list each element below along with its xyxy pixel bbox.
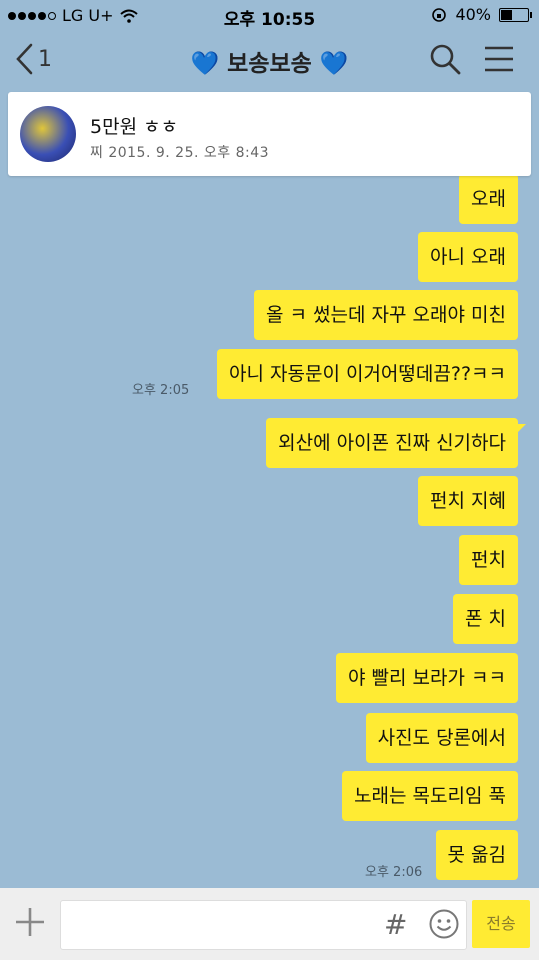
message-bubble[interactable]: 오래 [459,174,518,224]
message-time: 오후 2:05 [132,383,190,398]
hashtag-icon[interactable]: # [384,908,407,941]
notice-subtitle: 찌 2015. 9. 25. 오후 8:43 [90,145,270,161]
plus-icon[interactable] [10,902,50,942]
message-bubble[interactable]: 펀치 [459,535,518,585]
message-bubble[interactable]: 외산에 아이폰 진짜 신기하다 [266,418,526,468]
message-bubble[interactable]: 노래는 목도리임 푹 [342,771,518,821]
send-button[interactable]: 전송 [472,900,530,948]
message-bubble[interactable]: 아니 자동문이 이거어떻데끔??ㅋㅋ [217,349,518,399]
message-bubble[interactable]: 못 옮김 [435,830,518,880]
message-bubble[interactable]: 야 빨리 보라가 ㅋㅋ [336,653,518,703]
message-time: 오후 2:06 [365,865,423,880]
message-bubble[interactable]: 사진도 당론에서 [365,713,518,763]
message-bubble[interactable]: 아니 오래 [418,232,518,282]
message-bubble[interactable]: 폰 치 [453,594,518,644]
notice-title: 5만원 ㅎㅎ [90,116,179,138]
message-bubble[interactable]: 펀치 지혜 [418,476,518,526]
notice-card[interactable]: 5만원 ㅎㅎ 찌 2015. 9. 25. 오후 8:43 [8,92,531,176]
avatar[interactable] [20,106,76,162]
emoticon-icon[interactable] [428,908,460,940]
message-bubble[interactable]: 올 ㅋ 썼는데 자꾸 오래야 미친 [254,290,518,340]
